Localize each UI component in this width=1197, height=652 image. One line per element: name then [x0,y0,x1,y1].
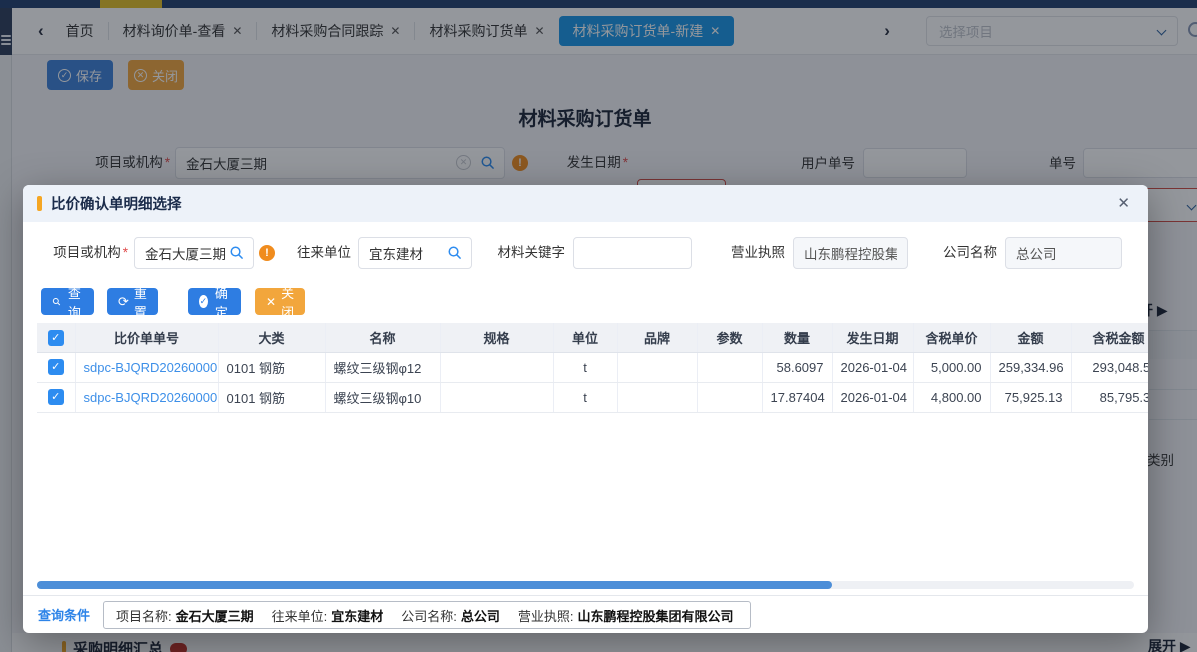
cell: 293,048.50 [1071,352,1148,382]
summary-item: 公司名称:总公司 [401,606,500,625]
cell: t [553,352,617,382]
query-conditions-label: 查询条件 [38,605,90,624]
close-dialog-button[interactable]: ✕关闭 [255,288,305,315]
license-filter-input [793,237,908,269]
result-table: ✓ 比价单单号大类名称规格单位品牌参数数量发生日期含税单价金额含税金额 ✓ sdpc-… [37,323,1148,413]
check-circle-icon: ✓ [199,295,208,308]
cell: 75,925.13 [990,382,1071,412]
close-icon: ✕ [266,295,276,309]
cell: 螺纹三级钢φ10 [325,382,440,412]
column-header[interactable]: 品牌 [617,323,697,352]
cell [617,352,697,382]
cell: 85,795.39 [1071,382,1148,412]
company-filter [1005,237,1122,269]
bill-number-link[interactable]: sdpc-BJQRD20260000 [75,382,218,412]
query-button[interactable]: 查询 [41,288,94,315]
column-header[interactable]: 名称 [325,323,440,352]
partner-filter [358,237,472,269]
dialog-footer: 查询条件 项目名称:金石大厦三期往来单位:宜东建材公司名称:总公司营业执照:山东… [23,595,1148,625]
column-header[interactable]: 发生日期 [832,323,913,352]
company-filter-label: 公司名称 [935,237,997,269]
cell [697,382,762,412]
dialog-header: 比价确认单明细选择 ✕ [23,185,1148,222]
cell: t [553,382,617,412]
cell: 0101 钢筋 [218,352,325,382]
search-icon[interactable] [447,245,462,265]
summary-item: 营业执照:山东鹏程控股集团有限公司 [518,606,734,625]
price-compare-dialog: 比价确认单明细选择 ✕ 项目或机构* ! 往来单位 材料关键字 营业执照 公司名… [23,185,1148,633]
dialog-title: 比价确认单明细选择 [51,193,182,214]
column-header[interactable]: 规格 [440,323,553,352]
cell: 259,334.96 [990,352,1071,382]
org-filter [134,237,254,269]
table-row[interactable]: ✓ sdpc-BJQRD202600000101 钢筋螺纹三级钢φ12 t 58.60… [37,352,1148,382]
column-header[interactable]: 含税金额 [1071,323,1148,352]
cell [440,382,553,412]
summary-item: 往来单位:宜东建材 [272,606,384,625]
dialog-filter-row: 项目或机构* ! 往来单位 材料关键字 营业执照 公司名称 [23,237,1148,269]
column-header[interactable]: 单位 [553,323,617,352]
cell [617,382,697,412]
keyword-filter-input[interactable] [573,237,692,269]
reset-button[interactable]: ⟳重置 [107,288,158,315]
select-all-checkbox[interactable]: ✓ [48,330,64,346]
confirm-button[interactable]: ✓确定 [188,288,241,315]
refresh-icon: ⟳ [118,294,129,310]
info-icon[interactable]: ! [259,245,275,261]
horizontal-scrollbar[interactable] [37,581,1134,589]
row-checkbox[interactable]: ✓ [48,359,64,375]
column-header[interactable]: 金额 [990,323,1071,352]
company-filter-input [1005,237,1122,269]
column-header[interactable]: 数量 [762,323,832,352]
cell: 58.6097 [762,352,832,382]
cell: 4,800.00 [913,382,990,412]
dialog-close-icon[interactable]: ✕ [1117,194,1130,212]
column-header[interactable]: 参数 [697,323,762,352]
row-checkbox[interactable]: ✓ [48,389,64,405]
keyword-filter-label: 材料关键字 [485,237,565,269]
license-filter [793,237,908,269]
cell [697,352,762,382]
table-row[interactable]: ✓ sdpc-BJQRD202600000101 钢筋螺纹三级钢φ10 t 17.87… [37,382,1148,412]
section-marker-icon [37,196,42,211]
cell [440,352,553,382]
column-header[interactable]: 比价单单号 [75,323,218,352]
cell: 螺纹三级钢φ12 [325,352,440,382]
cell: 5,000.00 [913,352,990,382]
partner-filter-label: 往来单位 [291,237,351,269]
summary-item: 项目名称:金石大厦三期 [116,606,254,625]
scrollbar-thumb[interactable] [37,581,832,589]
org-filter-label: 项目或机构* [40,237,128,269]
search-icon[interactable] [229,245,244,265]
cell: 2026-01-04 [832,382,913,412]
cell: 17.87404 [762,382,832,412]
license-filter-label: 营业执照 [723,237,785,269]
keyword-filter [573,237,692,269]
cell: 2026-01-04 [832,352,913,382]
column-header[interactable]: 含税单价 [913,323,990,352]
bill-number-link[interactable]: sdpc-BJQRD20260000 [75,352,218,382]
cell: 0101 钢筋 [218,382,325,412]
column-header[interactable]: 大类 [218,323,325,352]
query-conditions-summary: 项目名称:金石大厦三期往来单位:宜东建材公司名称:总公司营业执照:山东鹏程控股集… [103,601,751,629]
